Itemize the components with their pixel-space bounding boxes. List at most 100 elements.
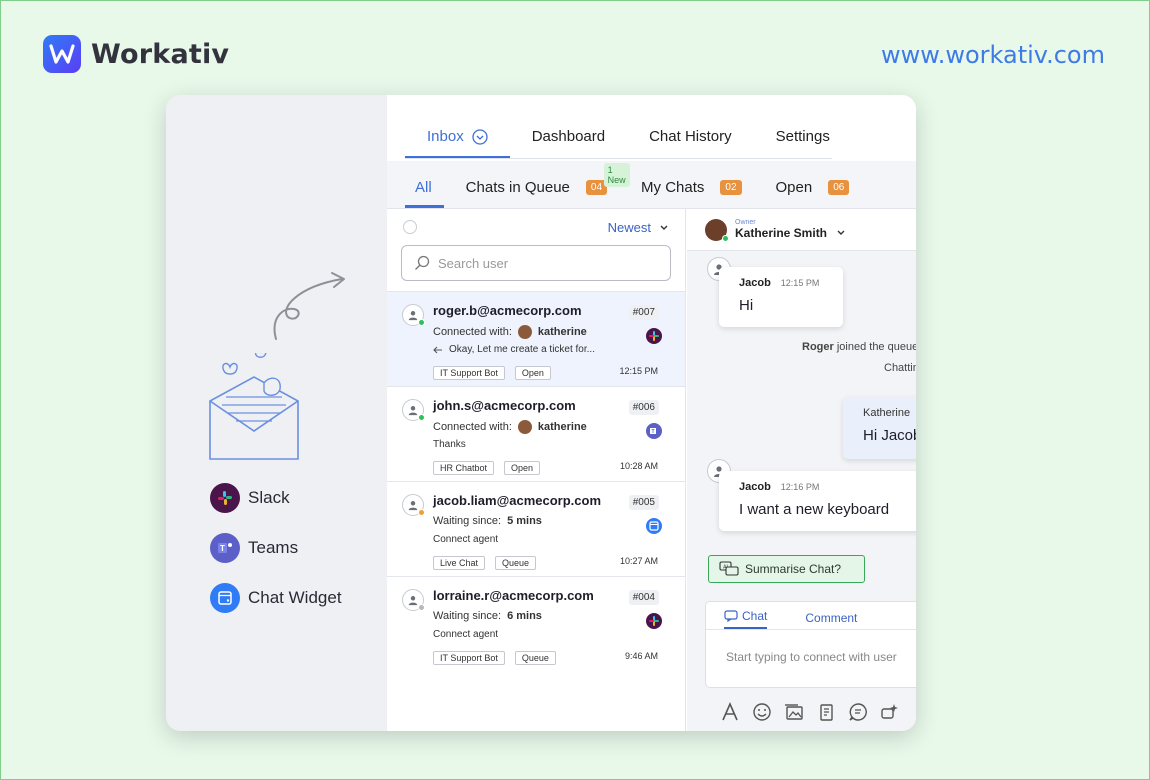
message-sender: Jacob 12:16 PM (739, 481, 909, 493)
message-bubble: Jacob 12:16 PM I want a new keyboard (719, 471, 916, 531)
online-status-dot (722, 234, 729, 242)
status-dot (418, 509, 425, 516)
status-value: katherine (537, 326, 587, 338)
conversation-list: Newest Search user roger.b@acmecorp.com #… (387, 209, 686, 731)
tab-settings[interactable]: Settings (754, 128, 852, 159)
my-chats-count-badge: 02 (720, 180, 742, 195)
attachment-icon[interactable] (815, 701, 837, 723)
row-preview: Okay, Let me create a ticket for... (433, 344, 595, 355)
preview-text: Connect agent (433, 534, 499, 545)
row-status: Waiting since: 6 mins (433, 610, 542, 622)
chevron-down-icon (660, 225, 668, 230)
composer-input[interactable]: Start typing to connect with user (706, 630, 916, 664)
select-all-radio[interactable] (403, 220, 417, 234)
reply-icon (433, 346, 442, 353)
message-text: I want a new keyboard (739, 501, 890, 518)
status-label: Connected with: (433, 421, 512, 433)
channels-panel: Slack T Teams Chat Widget (166, 95, 386, 731)
conversation-rows: roger.b@acmecorp.com #007 Connected with: k… (387, 291, 685, 671)
owner-name: Katherine Smith (735, 226, 846, 240)
channel-list: Slack T Teams Chat Widget (210, 483, 342, 633)
brand: Workativ (43, 35, 229, 73)
owner-avatar (705, 218, 729, 242)
canned-reply-icon[interactable] (847, 701, 869, 723)
system-text: joined the queue (836, 341, 916, 353)
owner-label: Owner (735, 219, 756, 226)
system-message: Chatting (884, 362, 916, 374)
list-item[interactable]: roger.b@acmecorp.com #007 Connected with: k… (387, 291, 685, 386)
search-input[interactable]: Search user (401, 245, 671, 281)
list-item[interactable]: jacob.liam@acmecorp.com #005 Waiting since… (387, 481, 685, 576)
slack-channel-icon (646, 613, 662, 629)
chevron-down-icon (837, 230, 845, 235)
row-status: Waiting since: 5 mins (433, 515, 542, 527)
subtab-label: Open (775, 179, 813, 196)
text-format-icon[interactable] (719, 701, 741, 723)
row-tags: IT Support Bot Queue (433, 651, 556, 665)
message-time: 12:16 PM (780, 482, 820, 492)
site-url[interactable]: www.workativ.com (881, 41, 1105, 69)
tag-state: Open (504, 461, 541, 475)
slack-channel-icon (646, 328, 662, 344)
svg-text:T: T (220, 544, 225, 553)
row-tags: IT Support Bot Open (433, 366, 551, 380)
sender-name: Jacob (739, 481, 771, 493)
agent-avatar (517, 325, 532, 339)
channel-slack[interactable]: Slack (210, 483, 342, 513)
status-label: Connected with: (433, 326, 512, 338)
tag-bot: IT Support Bot (433, 366, 505, 380)
subtab-all[interactable]: All (405, 179, 444, 208)
tab-chat-history[interactable]: Chat History (627, 128, 754, 159)
tab-dashboard[interactable]: Dashboard (510, 128, 627, 159)
agent-avatar (517, 420, 532, 434)
chevron-down-icon (472, 128, 488, 145)
preview-text: Okay, Let me create a ticket for... (449, 344, 595, 355)
subtab-chats-in-queue[interactable]: Chats in Queue 04 1 New (456, 163, 630, 208)
row-preview: Connect agent (433, 534, 498, 545)
channel-teams[interactable]: T Teams (210, 533, 342, 563)
user-icon (408, 311, 418, 321)
chat-bubble-icon (724, 610, 738, 622)
row-email: roger.b@acmecorp.com (433, 303, 582, 318)
preview-text: Thanks (433, 439, 466, 450)
status-value: 6 mins (507, 610, 542, 622)
composer-tab-comment[interactable]: Comment (805, 611, 857, 629)
tag-state: Open (514, 366, 551, 380)
composer-toolbar (719, 701, 901, 723)
message-text: Hi Jacob (863, 427, 916, 444)
message-bubble: Jacob 12:15 PM Hi (719, 267, 843, 327)
row-time: 10:28 AM (619, 461, 658, 471)
channel-label: Slack (248, 488, 290, 507)
ai-reply-icon[interactable] (879, 701, 901, 723)
owner-name-text: Katherine Smith (735, 226, 828, 240)
row-status: Connected with: katherine (433, 420, 587, 434)
message-composer: Chat Comment Start typing to connect wit… (705, 601, 916, 688)
divider (405, 158, 832, 159)
new-badge: 1 New (603, 163, 630, 187)
message-time: 12:15 PM (780, 278, 820, 288)
row-id: #004 (628, 590, 659, 605)
user-icon (408, 406, 418, 416)
list-item[interactable]: lorraine.r@acmecorp.com #004 Waiting since… (387, 576, 685, 671)
status-value: katherine (537, 421, 587, 433)
subtab-my-chats[interactable]: My Chats 02 (631, 179, 753, 208)
summarise-chat-button[interactable]: AI Summarise Chat? (708, 555, 865, 583)
subtab-open[interactable]: Open 06 (766, 179, 862, 208)
teams-icon: T (210, 533, 240, 563)
list-item[interactable]: john.s@acmecorp.com #006 Connected with: ka… (387, 386, 685, 481)
sort-dropdown[interactable]: Newest (608, 220, 669, 235)
sort-label: Newest (607, 219, 651, 235)
channel-chat-widget[interactable]: Chat Widget (210, 583, 342, 613)
channel-label: Chat Widget (248, 588, 342, 607)
image-icon[interactable] (783, 701, 805, 723)
row-email: john.s@acmecorp.com (433, 398, 576, 413)
composer-tab-chat[interactable]: Chat (724, 609, 768, 629)
row-tags: HR Chatbot Open (433, 461, 541, 475)
emoji-icon[interactable] (751, 701, 773, 723)
row-preview: Thanks (433, 439, 466, 450)
search-placeholder: Search user (438, 255, 509, 271)
chat-header[interactable]: Owner Katherine Smith (687, 209, 916, 251)
product-card: Slack T Teams Chat Widget Inbox Dashboar… (166, 95, 916, 731)
preview-text: Connect agent (433, 629, 499, 640)
tab-inbox[interactable]: Inbox (405, 128, 510, 159)
